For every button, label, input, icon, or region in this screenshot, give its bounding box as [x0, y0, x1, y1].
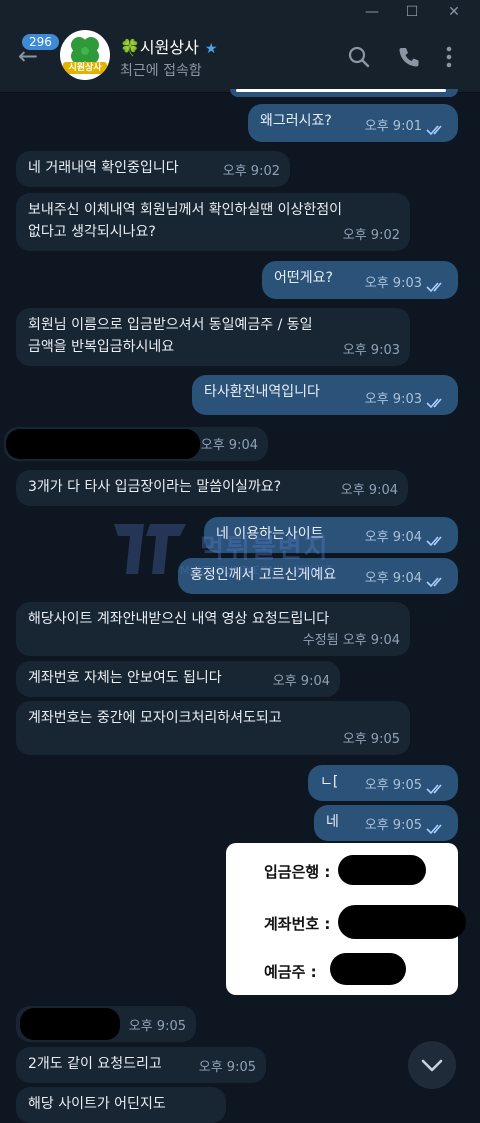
window-titlebar: — ☐ ✕ [0, 0, 480, 24]
avatar[interactable]: 시원상사 [60, 30, 110, 80]
unread-badge: 296 [22, 34, 59, 50]
message-bubble-incoming[interactable]: 계좌번호는 중간에 모자이크처리하셔도되고 오후 9:05 [16, 701, 410, 755]
message-text: 2개도 같이 요청드리고 [28, 1056, 162, 1072]
message-text: 보내주신 이체내역 회원님께서 확인하실땐 이상한점이 없다고 생각되시나요? [28, 202, 343, 240]
scroll-to-bottom-button[interactable] [408, 1041, 456, 1089]
message-bubble-incoming[interactable]: 회원님 이름으로 입금받으셔서 동일예금주 / 동일 금액을 반복입금하시네요 … [16, 308, 410, 366]
chat-title[interactable]: 🍀시원상사 ★ [120, 34, 217, 58]
chat-title-text: 시원상사 [139, 38, 199, 57]
message-text: 왜그러시죠? [260, 113, 332, 129]
message-bubble-outgoing[interactable]: 네 오후 9:05 [314, 805, 458, 841]
message-text: 회원님 이름으로 입금받으셔서 동일예금주 / 동일 금액을 반복입금하시네요 [28, 317, 313, 355]
message-bubble-outgoing[interactable]: 어떤게요? 오후 9:03 [262, 261, 458, 299]
avatar-logo-text: 시원상사 [63, 62, 107, 74]
close-icon[interactable]: ✕ [444, 2, 464, 22]
last-seen-status: 최근에 접속함 [120, 63, 202, 79]
message-bubble-outgoing[interactable]: 홍정인께서 고르신게예요 오후 9:04 [178, 558, 458, 594]
double-check-icon [426, 784, 442, 795]
redaction-block [338, 855, 426, 885]
message-time: 오후 9:03 [342, 343, 400, 358]
bank-label: 입금은행 : [264, 863, 331, 881]
message-text: 어떤게요? [274, 270, 333, 286]
message-bubble-incoming-redacted[interactable]: 오후 9:04 [4, 427, 268, 461]
double-check-icon [426, 125, 442, 136]
message-time: 오후 9:04 [272, 674, 330, 689]
maximize-icon[interactable]: ☐ [402, 2, 422, 22]
message-time: 오후 9:04 [364, 530, 422, 545]
message-time: 오후 9:02 [222, 164, 280, 179]
message-time: 오후 9:05 [198, 1060, 256, 1075]
redaction-block [6, 429, 200, 459]
more-vertical-icon[interactable] [436, 44, 462, 70]
title-prefix: 🍀 [120, 38, 140, 57]
double-check-icon [426, 536, 442, 547]
message-time: 오후 9:04 [200, 438, 258, 453]
message-time: 오후 9:02 [342, 228, 400, 243]
message-text: 네 거래내역 확인중입니다 [28, 160, 179, 176]
message-bubble-outgoing[interactable]: 타사환전내역입니다 오후 9:03 [192, 375, 458, 415]
message-text: 타사환전내역입니다 [204, 384, 320, 400]
message-bubble-incoming[interactable]: 계좌번호 자체는 안보여도 됩니다 오후 9:04 [16, 661, 340, 697]
double-check-icon [426, 398, 442, 409]
double-check-icon [426, 824, 442, 835]
message-time: 오후 9:04 [340, 483, 398, 498]
star-icon: ★ [204, 41, 218, 57]
chat-header: ← 296 시원상사 🍀시원상사 ★ 최근에 접속함 [0, 24, 480, 93]
message-bubble-outgoing[interactable]: 네 이용하는사이트 오후 9:04 [204, 517, 458, 553]
double-check-icon [426, 282, 442, 293]
minimize-icon[interactable]: — [362, 2, 382, 22]
redaction-block [338, 905, 466, 939]
message-time: 오후 9:05 [364, 778, 422, 793]
message-bubble-incoming[interactable]: 해당사이트 계좌안내받으신 내역 영상 요청드립니다 수정됨 오후 9:04 [16, 602, 410, 656]
account-holder-label: 예금주 : [264, 963, 317, 981]
chat-history[interactable]: 왜그러시죠? 오후 9:01 네 거래내역 확인중입니다 오후 9:02 보내주… [0, 89, 480, 1123]
message-time: 오후 9:05 [364, 818, 422, 833]
redaction-block [20, 1008, 120, 1040]
message-bubble-incoming[interactable]: 네 거래내역 확인중입니다 오후 9:02 [16, 151, 290, 187]
message-time: 오후 9:05 [342, 732, 400, 747]
message-time: 오후 9:03 [364, 392, 422, 407]
message-bubble-incoming[interactable]: 해당 사이트가 어딘지도 [16, 1087, 226, 1123]
message-bubble-incoming[interactable]: 2개도 같이 요청드리고 오후 9:05 [16, 1047, 266, 1083]
message-time: 수정됨 오후 9:04 [302, 633, 400, 648]
message-text: 해당 사이트가 어딘지도 [28, 1096, 166, 1112]
message-time: 오후 9:05 [128, 1019, 186, 1034]
message-bubble-incoming[interactable]: 보내주신 이체내역 회원님께서 확인하실땐 이상한점이 없다고 생각되시나요? … [16, 193, 410, 251]
message-text: 네 [326, 814, 339, 830]
account-info-image[interactable]: 입금은행 : 계좌번호 : 예금주 : [226, 843, 466, 995]
message-text: 네 이용하는사이트 [216, 526, 324, 542]
message-bubble-outgoing[interactable]: 왜그러시죠? 오후 9:01 [248, 104, 458, 142]
message-text: 해당사이트 계좌안내받으신 내역 영상 요청드립니다 [28, 611, 330, 627]
search-icon[interactable] [346, 44, 372, 70]
message-bubble-outgoing[interactable]: ㄴ[ 오후 9:05 [308, 765, 458, 801]
previous-message-edge [230, 89, 458, 97]
message-time: 오후 9:01 [364, 119, 422, 134]
message-text: ㄴ[ [320, 774, 339, 790]
message-bubble-incoming-redacted[interactable]: 오후 9:05 [16, 1006, 196, 1042]
message-time: 오후 9:03 [364, 276, 422, 291]
chevron-down-icon [421, 1059, 443, 1072]
message-text: 계좌번호는 중간에 모자이크처리하셔도되고 [28, 710, 282, 726]
message-time: 오후 9:04 [364, 571, 422, 586]
redaction-block [330, 953, 406, 985]
message-text: 계좌번호 자체는 안보여도 됩니다 [28, 670, 222, 686]
account-number-label: 계좌번호 : [264, 915, 331, 933]
phone-icon[interactable] [396, 44, 422, 70]
message-text: 홍정인께서 고르신게예요 [190, 567, 337, 583]
message-text: 3개가 다 타사 입금장이라는 말씀이실까요? [28, 479, 282, 495]
double-check-icon [426, 577, 442, 588]
message-bubble-incoming[interactable]: 3개가 다 타사 입금장이라는 말씀이실까요? 오후 9:04 [16, 470, 408, 506]
